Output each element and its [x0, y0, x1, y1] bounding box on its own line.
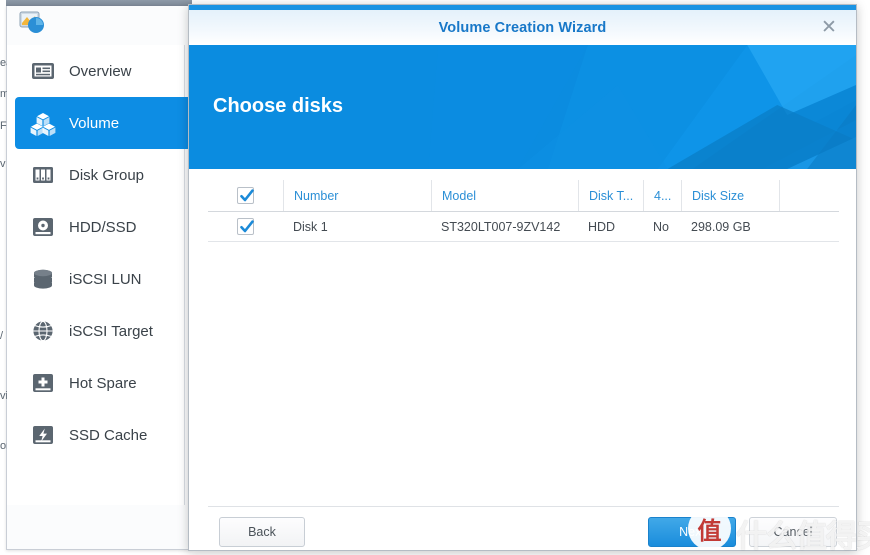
hard-disk-icon [30, 214, 56, 240]
cell-disk-size: 298.09 GB [691, 219, 751, 234]
storage-manager-icon [19, 9, 45, 35]
sidebar-item-label: SSD Cache [69, 426, 148, 444]
column-header-disk-type[interactable]: Disk T... [578, 180, 643, 211]
sidebar-item-overview[interactable]: Overview [7, 45, 184, 97]
edge-text-fragment: on [0, 440, 7, 452]
sidebar-item-hdd-ssd[interactable]: HDD/SSD [7, 201, 184, 253]
check-icon [240, 220, 254, 233]
edge-text-fragment: vi [0, 390, 7, 402]
back-button[interactable]: Back [219, 517, 305, 547]
row-select-cell [208, 212, 283, 241]
table-header-row: Number Model Disk T... 4... Disk Size [208, 180, 839, 212]
sidebar-item-label: HDD/SSD [69, 218, 137, 236]
banner-heading: Choose disks [213, 95, 344, 117]
sidebar: Overview Volume Disk Group HDD/SSD iSCSI… [7, 45, 193, 505]
edge-text-fragment: / [0, 330, 4, 342]
column-header-disk-size[interactable]: Disk Size [681, 180, 779, 211]
edge-text-fragment: m [0, 88, 7, 100]
dialog-titlebar: Volume Creation Wizard ✕ [189, 10, 856, 45]
sidebar-item-disk-group[interactable]: Disk Group [7, 149, 184, 201]
sidebar-item-iscsi-target[interactable]: iSCSI Target [7, 305, 184, 357]
dialog-banner: Choose disks [189, 45, 856, 169]
next-button[interactable]: Next [648, 517, 736, 547]
ssd-cache-icon [30, 422, 56, 448]
check-icon [240, 189, 254, 202]
sidebar-item-label: Hot Spare [69, 374, 137, 392]
sidebar-item-label: iSCSI LUN [69, 270, 142, 288]
column-header-model[interactable]: Model [431, 180, 578, 211]
table-row[interactable]: Disk 1 ST320LT007-9ZV142 HDD No 298.09 G… [208, 212, 839, 242]
edge-text-fragment: ea [0, 57, 7, 69]
sidebar-item-label: Disk Group [69, 166, 145, 184]
id-card-icon [30, 58, 56, 84]
sidebar-item-hot-spare[interactable]: Hot Spare [7, 357, 184, 409]
sidebar-item-volume[interactable]: Volume [15, 97, 193, 149]
dialog-title: Volume Creation Wizard [438, 19, 607, 36]
footer-divider [208, 506, 839, 507]
cell-spacer [779, 212, 839, 241]
screen-root: ea m F v / vi on [0, 0, 870, 555]
row-checkbox[interactable] [237, 218, 254, 235]
globe-icon [30, 318, 56, 344]
sidebar-item-ssd-cache[interactable]: SSD Cache [7, 409, 184, 461]
edge-text-fragment: F [0, 120, 7, 132]
select-all-checkbox[interactable] [237, 187, 254, 204]
disk-group-icon [30, 162, 56, 188]
cell-4k: No [653, 219, 669, 234]
sidebar-item-iscsi-lun[interactable]: iSCSI LUN [7, 253, 184, 305]
edge-text-fragment: v [0, 158, 6, 170]
cell-number: Disk 1 [293, 219, 328, 234]
select-all-cell [208, 180, 283, 211]
cell-model: ST320LT007-9ZV142 [441, 219, 561, 234]
close-icon[interactable]: ✕ [818, 17, 840, 39]
column-header-spacer [779, 180, 839, 211]
hot-spare-icon [30, 370, 56, 396]
cancel-button[interactable]: Cancel [749, 517, 837, 547]
disk-table: Number Model Disk T... 4... Disk Size Di… [208, 180, 839, 242]
sidebar-item-label: Overview [69, 62, 132, 80]
sidebar-item-label: iSCSI Target [69, 322, 153, 340]
column-header-number[interactable]: Number [283, 180, 431, 211]
volume-creation-wizard-dialog: Volume Creation Wizard ✕ Choose disks Nu… [188, 4, 857, 551]
column-header-4k[interactable]: 4... [643, 180, 681, 211]
database-icon [30, 266, 56, 292]
cubes-icon [30, 110, 56, 136]
sidebar-item-label: Volume [69, 114, 120, 132]
cell-disk-type: HDD [588, 219, 616, 234]
